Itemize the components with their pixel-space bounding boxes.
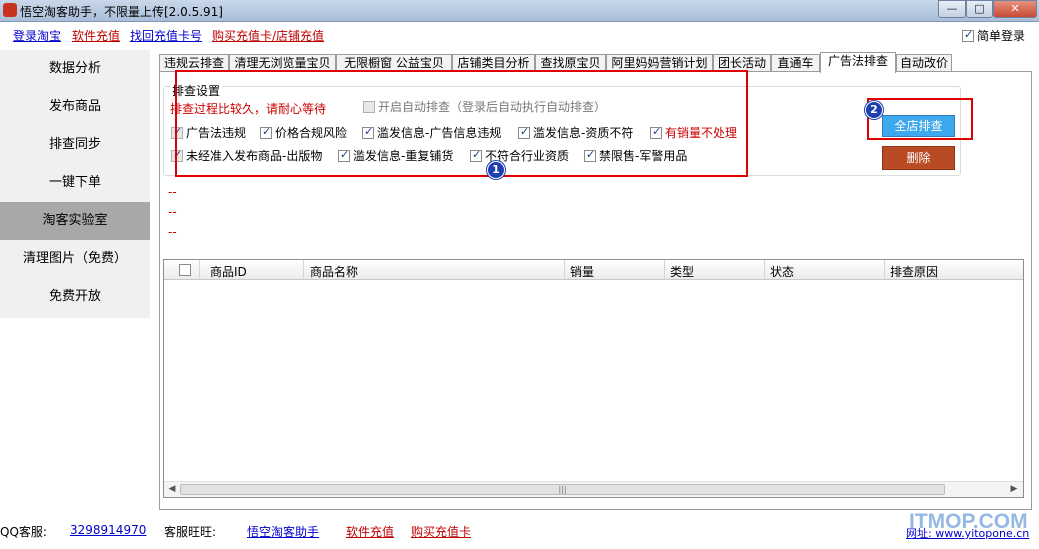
app-icon bbox=[3, 3, 17, 17]
column-header-sales[interactable]: 销量 bbox=[570, 263, 594, 280]
simple-login-checkbox[interactable] bbox=[962, 28, 974, 42]
top-link-bar: 登录淘宝 软件充值 找回充值卡号 购买充值卡/店铺充值 简单登录 bbox=[0, 24, 1039, 46]
column-header-type[interactable]: 类型 bbox=[670, 263, 694, 280]
scroll-thumb[interactable]: ||| bbox=[180, 484, 945, 495]
column-header-item-name[interactable]: 商品名称 bbox=[310, 263, 358, 280]
callout-box-settings bbox=[175, 70, 748, 177]
qq-number-link[interactable]: 3298914970 bbox=[70, 523, 146, 537]
sidebar-item-one-click-order[interactable]: 一键下单 bbox=[0, 164, 150, 202]
badge-step-2: 2 bbox=[865, 101, 883, 119]
sidebar-item-data-analysis[interactable]: 数据分析 bbox=[0, 50, 150, 88]
scan-all-button[interactable]: 全店排查 bbox=[882, 115, 955, 137]
close-button[interactable]: ✕ bbox=[993, 0, 1037, 18]
sidebar-item-free-open[interactable]: 免费开放 bbox=[0, 278, 150, 316]
sidebar-item-lab[interactable]: 淘客实验室 bbox=[0, 202, 150, 240]
sidebar-item-sync[interactable]: 排查同步 bbox=[0, 126, 150, 164]
buy-card-link[interactable]: 购买充值卡/店铺充值 bbox=[212, 27, 324, 44]
window-title: 悟空淘客助手，不限量上传[2.0.5.91] bbox=[20, 5, 223, 19]
sidebar-item-clean-images[interactable]: 清理图片（免费） bbox=[0, 240, 150, 278]
horizontal-scrollbar[interactable]: ◀ ||| ▶ bbox=[164, 481, 1023, 497]
column-header-status[interactable]: 状态 bbox=[770, 263, 794, 280]
wangwang-link[interactable]: 悟空淘客助手 bbox=[247, 523, 319, 540]
sidebar: 数据分析 发布商品 排查同步 一键下单 淘客实验室 清理图片（免费） 免费开放 bbox=[0, 50, 150, 318]
tab-ad-law-check[interactable]: 广告法排查 bbox=[820, 52, 896, 73]
login-taobao-link[interactable]: 登录淘宝 bbox=[13, 27, 61, 44]
simple-login-label: 简单登录 bbox=[977, 29, 1026, 43]
footer-bar: QQ客服: 3298914970 客服旺旺: 悟空淘客助手 软件充值 购买充值卡 bbox=[0, 520, 1039, 542]
title-bar: 悟空淘客助手，不限量上传[2.0.5.91] — □ ✕ bbox=[0, 0, 1039, 22]
software-recharge-link[interactable]: 软件充值 bbox=[72, 27, 120, 44]
recover-card-link[interactable]: 找回充值卡号 bbox=[130, 27, 202, 44]
results-table[interactable]: 商品ID 商品名称 销量 类型 状态 排查原因 ◀ ||| ▶ bbox=[163, 259, 1024, 498]
table-header: 商品ID 商品名称 销量 类型 状态 排查原因 bbox=[164, 260, 1023, 280]
footer-buy-card-link[interactable]: 购买充值卡 bbox=[411, 523, 471, 540]
minimize-button[interactable]: — bbox=[938, 0, 966, 18]
log-line: -- bbox=[168, 205, 177, 219]
maximize-button[interactable]: □ bbox=[966, 0, 993, 18]
log-line: -- bbox=[168, 185, 177, 199]
scroll-right-arrow[interactable]: ▶ bbox=[1007, 483, 1021, 496]
footer-recharge-link[interactable]: 软件充值 bbox=[346, 523, 394, 540]
select-all-checkbox[interactable] bbox=[179, 264, 191, 276]
badge-step-1: 1 bbox=[487, 161, 505, 179]
column-header-reason[interactable]: 排查原因 bbox=[890, 263, 938, 280]
watermark: ITMOP.COM bbox=[909, 510, 1028, 533]
simple-login-option[interactable]: 简单登录 bbox=[962, 27, 1025, 44]
sidebar-item-publish[interactable]: 发布商品 bbox=[0, 88, 150, 126]
qq-label: QQ客服: bbox=[0, 525, 47, 539]
scroll-left-arrow[interactable]: ◀ bbox=[165, 483, 179, 496]
log-line: -- bbox=[168, 225, 177, 239]
column-header-item-id[interactable]: 商品ID bbox=[210, 263, 247, 280]
wangwang-label: 客服旺旺: bbox=[164, 525, 217, 539]
delete-button[interactable]: 删除 bbox=[882, 146, 955, 170]
